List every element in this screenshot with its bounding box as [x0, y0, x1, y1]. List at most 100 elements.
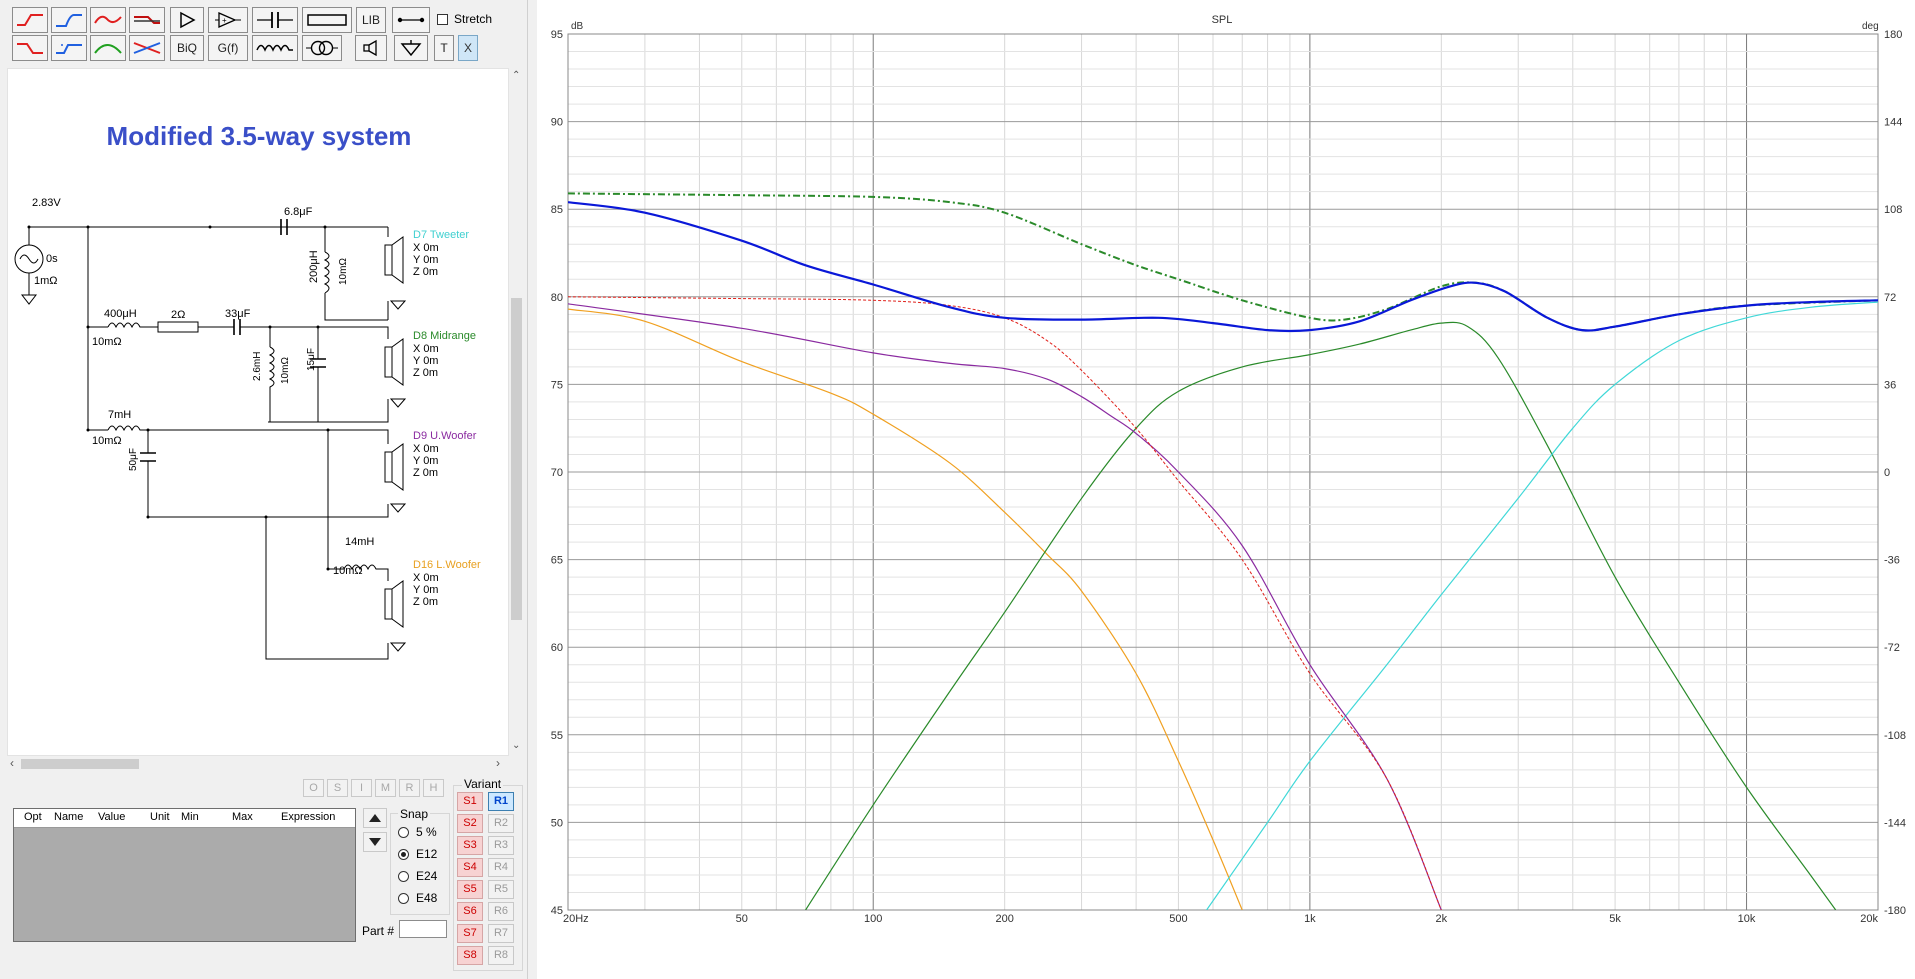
part-number-input[interactable] — [399, 920, 447, 938]
inductor-icon[interactable] — [252, 35, 298, 61]
parameter-table[interactable]: Opt Name Value Unit Min Max Expression — [13, 808, 356, 942]
o-button[interactable]: O — [303, 779, 324, 797]
variant-s3-button[interactable]: S3 — [457, 836, 483, 855]
text-tool-button[interactable]: T — [434, 35, 454, 61]
variant-s4-button[interactable]: S4 — [457, 858, 483, 877]
scroll-up-icon[interactable]: ⌃ — [512, 70, 520, 81]
s-button[interactable]: S — [327, 779, 348, 797]
variant-r2-button[interactable]: R2 — [488, 814, 514, 833]
y-tick-label: 70 — [551, 467, 563, 479]
lib-button[interactable]: LIB — [356, 7, 386, 33]
vertical-scroll-thumb[interactable] — [511, 298, 522, 620]
biquad-button[interactable]: BiQ — [170, 35, 204, 61]
y-tick-label: 45 — [551, 905, 563, 917]
source-resistance-label: 1mΩ — [34, 275, 58, 287]
variant-s8-button[interactable]: S8 — [457, 946, 483, 965]
uwoofer-ind-r-label: 10mΩ — [92, 435, 122, 447]
highpass-2-icon[interactable] — [12, 35, 48, 61]
move-down-button[interactable] — [363, 832, 387, 852]
y-tick-label: 60 — [551, 642, 563, 654]
amplifier-icon[interactable] — [170, 7, 204, 33]
transformer-icon[interactable] — [302, 35, 342, 61]
snap-e48-radio[interactable] — [398, 893, 409, 904]
lowpass-icon[interactable] — [51, 7, 87, 33]
x-tick-label: 2k — [1436, 913, 1448, 925]
x-tick-label: 500 — [1169, 913, 1187, 925]
wire-icon[interactable] — [392, 7, 430, 33]
variant-s5-button[interactable]: S5 — [457, 880, 483, 899]
tweeter-ind-label: 200μH — [308, 250, 320, 283]
x-tick-label: 20Hz — [563, 913, 589, 925]
move-up-button[interactable] — [363, 808, 387, 828]
buffer-amplifier-icon[interactable]: + — [208, 7, 248, 33]
resistor-icon[interactable] — [302, 7, 352, 33]
highpass-icon[interactable] — [12, 7, 48, 33]
y2-tick-label: 72 — [1884, 292, 1896, 304]
variant-r5-button[interactable]: R5 — [488, 880, 514, 899]
tweeter-cap-label: 6.8μF — [284, 206, 313, 218]
shelf-icon[interactable] — [129, 7, 165, 33]
h-button[interactable]: H — [423, 779, 444, 797]
col-min: Min — [181, 811, 199, 823]
horizontal-scroll-thumb[interactable] — [21, 759, 139, 769]
speaker-icon[interactable] — [355, 35, 387, 61]
y2-tick-label: 0 — [1884, 467, 1890, 479]
m-button[interactable]: M — [375, 779, 396, 797]
lowpass-2-icon[interactable] — [51, 35, 87, 61]
schematic-vertical-scrollbar[interactable]: ⌃ ⌄ — [509, 68, 524, 756]
bandpass-icon[interactable] — [90, 7, 126, 33]
mid-ind-label: 400μH — [104, 308, 137, 320]
uwoofer-driver-label: D9 U.Woofer — [413, 430, 477, 442]
schematic-canvas[interactable]: Modified 3.5-way system 2.83V 0s 1mΩ 6.8… — [7, 68, 509, 756]
snap-e12-radio[interactable] — [398, 849, 409, 860]
transfer-function-button[interactable]: G(f) — [208, 35, 248, 61]
r-button[interactable]: R — [399, 779, 420, 797]
y2-tick-label: 36 — [1884, 379, 1896, 391]
spl-chart-panel[interactable]: SPL dB deg 45 50 55 60 65 70 75 80 85 90 95 -180 -14… — [537, 0, 1915, 979]
spl-chart[interactable]: 45 50 55 60 65 70 75 80 85 90 95 -180 -144 -108 -72 -36… — [537, 0, 1915, 979]
variant-r6-button[interactable]: R6 — [488, 902, 514, 921]
variant-r1-button[interactable]: R1 — [488, 792, 514, 811]
notch-icon[interactable] — [129, 35, 165, 61]
y-tick-label: 55 — [551, 730, 563, 742]
stretch-checkbox[interactable] — [437, 14, 448, 25]
variant-r3-button[interactable]: R3 — [488, 836, 514, 855]
y2-tick-label: 180 — [1884, 29, 1902, 41]
variant-s7-button[interactable]: S7 — [457, 924, 483, 943]
variant-s2-button[interactable]: S2 — [457, 814, 483, 833]
y2-tick-label: -72 — [1884, 642, 1900, 654]
i-button[interactable]: I — [351, 779, 372, 797]
ground-icon[interactable] — [394, 35, 428, 61]
midrange-z: Z 0m — [413, 367, 439, 379]
panel-splitter[interactable] — [527, 0, 528, 979]
y2-tick-label: 144 — [1884, 117, 1902, 129]
tweeter-ind-r-label: 10mΩ — [338, 258, 349, 285]
x-tick-label: 1k — [1304, 913, 1316, 925]
tweeter-x: X 0m — [413, 242, 439, 254]
x-tick-label: 50 — [736, 913, 748, 925]
lwoofer-driver-label: D16 L.Woofer — [413, 559, 481, 571]
variant-r7-button[interactable]: R7 — [488, 924, 514, 943]
scroll-left-icon[interactable]: ‹ — [10, 756, 14, 770]
capacitor-icon[interactable] — [252, 7, 298, 33]
snap-5pct-label: 5 % — [416, 825, 437, 839]
col-value: Value — [98, 811, 126, 823]
lwoofer-z: Z 0m — [413, 596, 439, 608]
y-tick-label: 50 — [551, 817, 563, 829]
y2-tick-label: -180 — [1884, 905, 1906, 917]
bandpass-2-icon[interactable] — [90, 35, 126, 61]
variant-r4-button[interactable]: R4 — [488, 858, 514, 877]
uwoofer-cap-label: 50μF — [128, 448, 139, 471]
snap-5pct-radio[interactable] — [398, 827, 409, 838]
variant-s1-button[interactable]: S1 — [457, 792, 483, 811]
snap-e24-radio[interactable] — [398, 871, 409, 882]
delete-tool-button[interactable]: X — [458, 35, 478, 61]
col-unit: Unit — [150, 811, 170, 823]
uwoofer-ind-label: 7mH — [108, 409, 132, 421]
scroll-down-icon[interactable]: ⌄ — [512, 740, 520, 751]
scroll-right-icon[interactable]: › — [496, 756, 500, 770]
schematic-horizontal-scrollbar[interactable]: ‹ › — [7, 756, 509, 772]
series-line-5 — [805, 321, 1837, 910]
variant-s6-button[interactable]: S6 — [457, 902, 483, 921]
variant-r8-button[interactable]: R8 — [488, 946, 514, 965]
